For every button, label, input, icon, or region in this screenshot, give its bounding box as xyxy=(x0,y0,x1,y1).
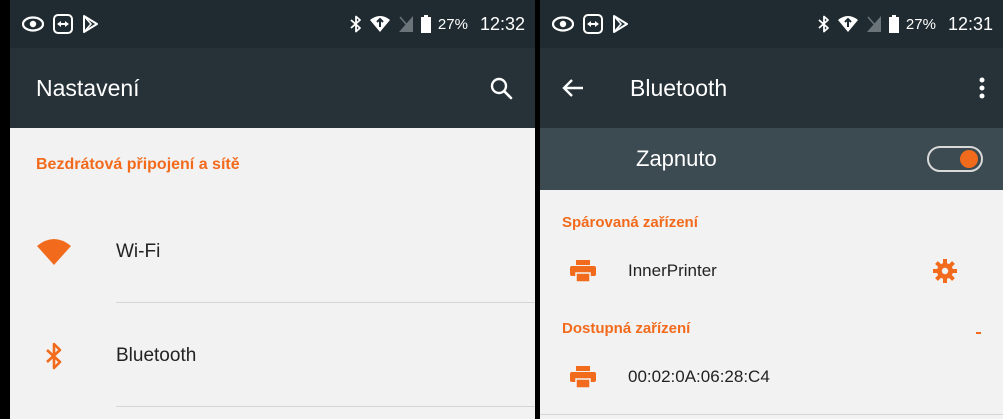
settings-item-wifi[interactable]: Wi-Fi xyxy=(10,200,535,304)
clock: 12:32 xyxy=(479,13,525,34)
screenshot-stage: 27% 12:32 Nastavení Bezdrátová připojení… xyxy=(0,0,1003,419)
settings-list: Bezdrátová připojení a sítě Wi-Fi Blueto… xyxy=(10,128,535,419)
eye-icon xyxy=(552,16,574,32)
eye-icon xyxy=(22,16,44,32)
available-device-row[interactable]: 00:02:0A:06:28:C4 xyxy=(540,352,1003,402)
bluetooth-icon xyxy=(350,15,362,33)
search-button[interactable] xyxy=(489,76,513,100)
battery-percentage: 27% xyxy=(905,15,936,33)
bluetooth-screen: 27% 12:31 Bluetooth Zapnuto Spárovaná za… xyxy=(540,0,1003,419)
no-sim-icon xyxy=(866,15,882,33)
bluetooth-master-switch[interactable]: Zapnuto xyxy=(540,128,1003,190)
back-arrow-icon xyxy=(562,79,583,97)
battery-icon xyxy=(888,15,899,33)
status-bar: 27% 12:32 xyxy=(10,0,535,48)
section-header-available: Dostupná zařízení xyxy=(562,320,691,337)
wifi-icon xyxy=(369,15,391,33)
scan-progress-indicator xyxy=(976,332,981,334)
clock: 12:31 xyxy=(947,13,993,34)
settings-item-bluetooth[interactable]: Bluetooth xyxy=(10,304,535,408)
battery-percentage: 27% xyxy=(437,15,468,33)
bluetooth-icon xyxy=(36,342,72,370)
settings-item-label: Bluetooth xyxy=(116,345,197,366)
no-sim-icon xyxy=(398,15,414,33)
device-name: InnerPrinter xyxy=(628,261,717,280)
section-header-wireless: Bezdrátová připojení a sítě xyxy=(36,156,240,173)
bluetooth-toggle[interactable] xyxy=(927,146,983,172)
printer-icon xyxy=(570,260,596,282)
section-header-paired: Spárovaná zařízení xyxy=(562,214,698,231)
teamviewer-icon xyxy=(583,14,603,34)
more-vert-icon xyxy=(979,77,985,99)
switch-label: Zapnuto xyxy=(636,146,717,171)
play-store-icon xyxy=(82,15,98,33)
app-toolbar: Bluetooth xyxy=(540,48,1003,128)
divider xyxy=(116,302,535,303)
app-toolbar: Nastavení xyxy=(10,48,535,128)
settings-item-label: Wi-Fi xyxy=(116,241,161,262)
more-options-button[interactable] xyxy=(979,77,985,99)
search-icon xyxy=(490,77,513,100)
device-name: 00:02:0A:06:28:C4 xyxy=(628,367,770,386)
wifi-icon xyxy=(36,238,72,266)
page-title: Nastavení xyxy=(36,74,140,101)
divider xyxy=(116,406,535,407)
battery-icon xyxy=(420,15,431,33)
divider xyxy=(540,414,1003,415)
play-store-icon xyxy=(612,15,628,33)
gear-icon xyxy=(933,259,957,283)
device-list: Spárovaná zařízení InnerPrinter Dostupná… xyxy=(540,190,1003,419)
back-button[interactable] xyxy=(562,78,584,98)
status-bar: 27% 12:31 xyxy=(540,0,1003,48)
toggle-thumb xyxy=(960,150,978,168)
device-settings-button[interactable] xyxy=(933,259,957,283)
printer-icon xyxy=(570,366,596,388)
paired-device-row[interactable]: InnerPrinter xyxy=(540,246,1003,296)
settings-screen: 27% 12:32 Nastavení Bezdrátová připojení… xyxy=(10,0,535,419)
wifi-icon xyxy=(837,15,859,33)
teamviewer-icon xyxy=(53,14,73,34)
bluetooth-icon xyxy=(818,15,830,33)
page-title: Bluetooth xyxy=(630,74,728,101)
